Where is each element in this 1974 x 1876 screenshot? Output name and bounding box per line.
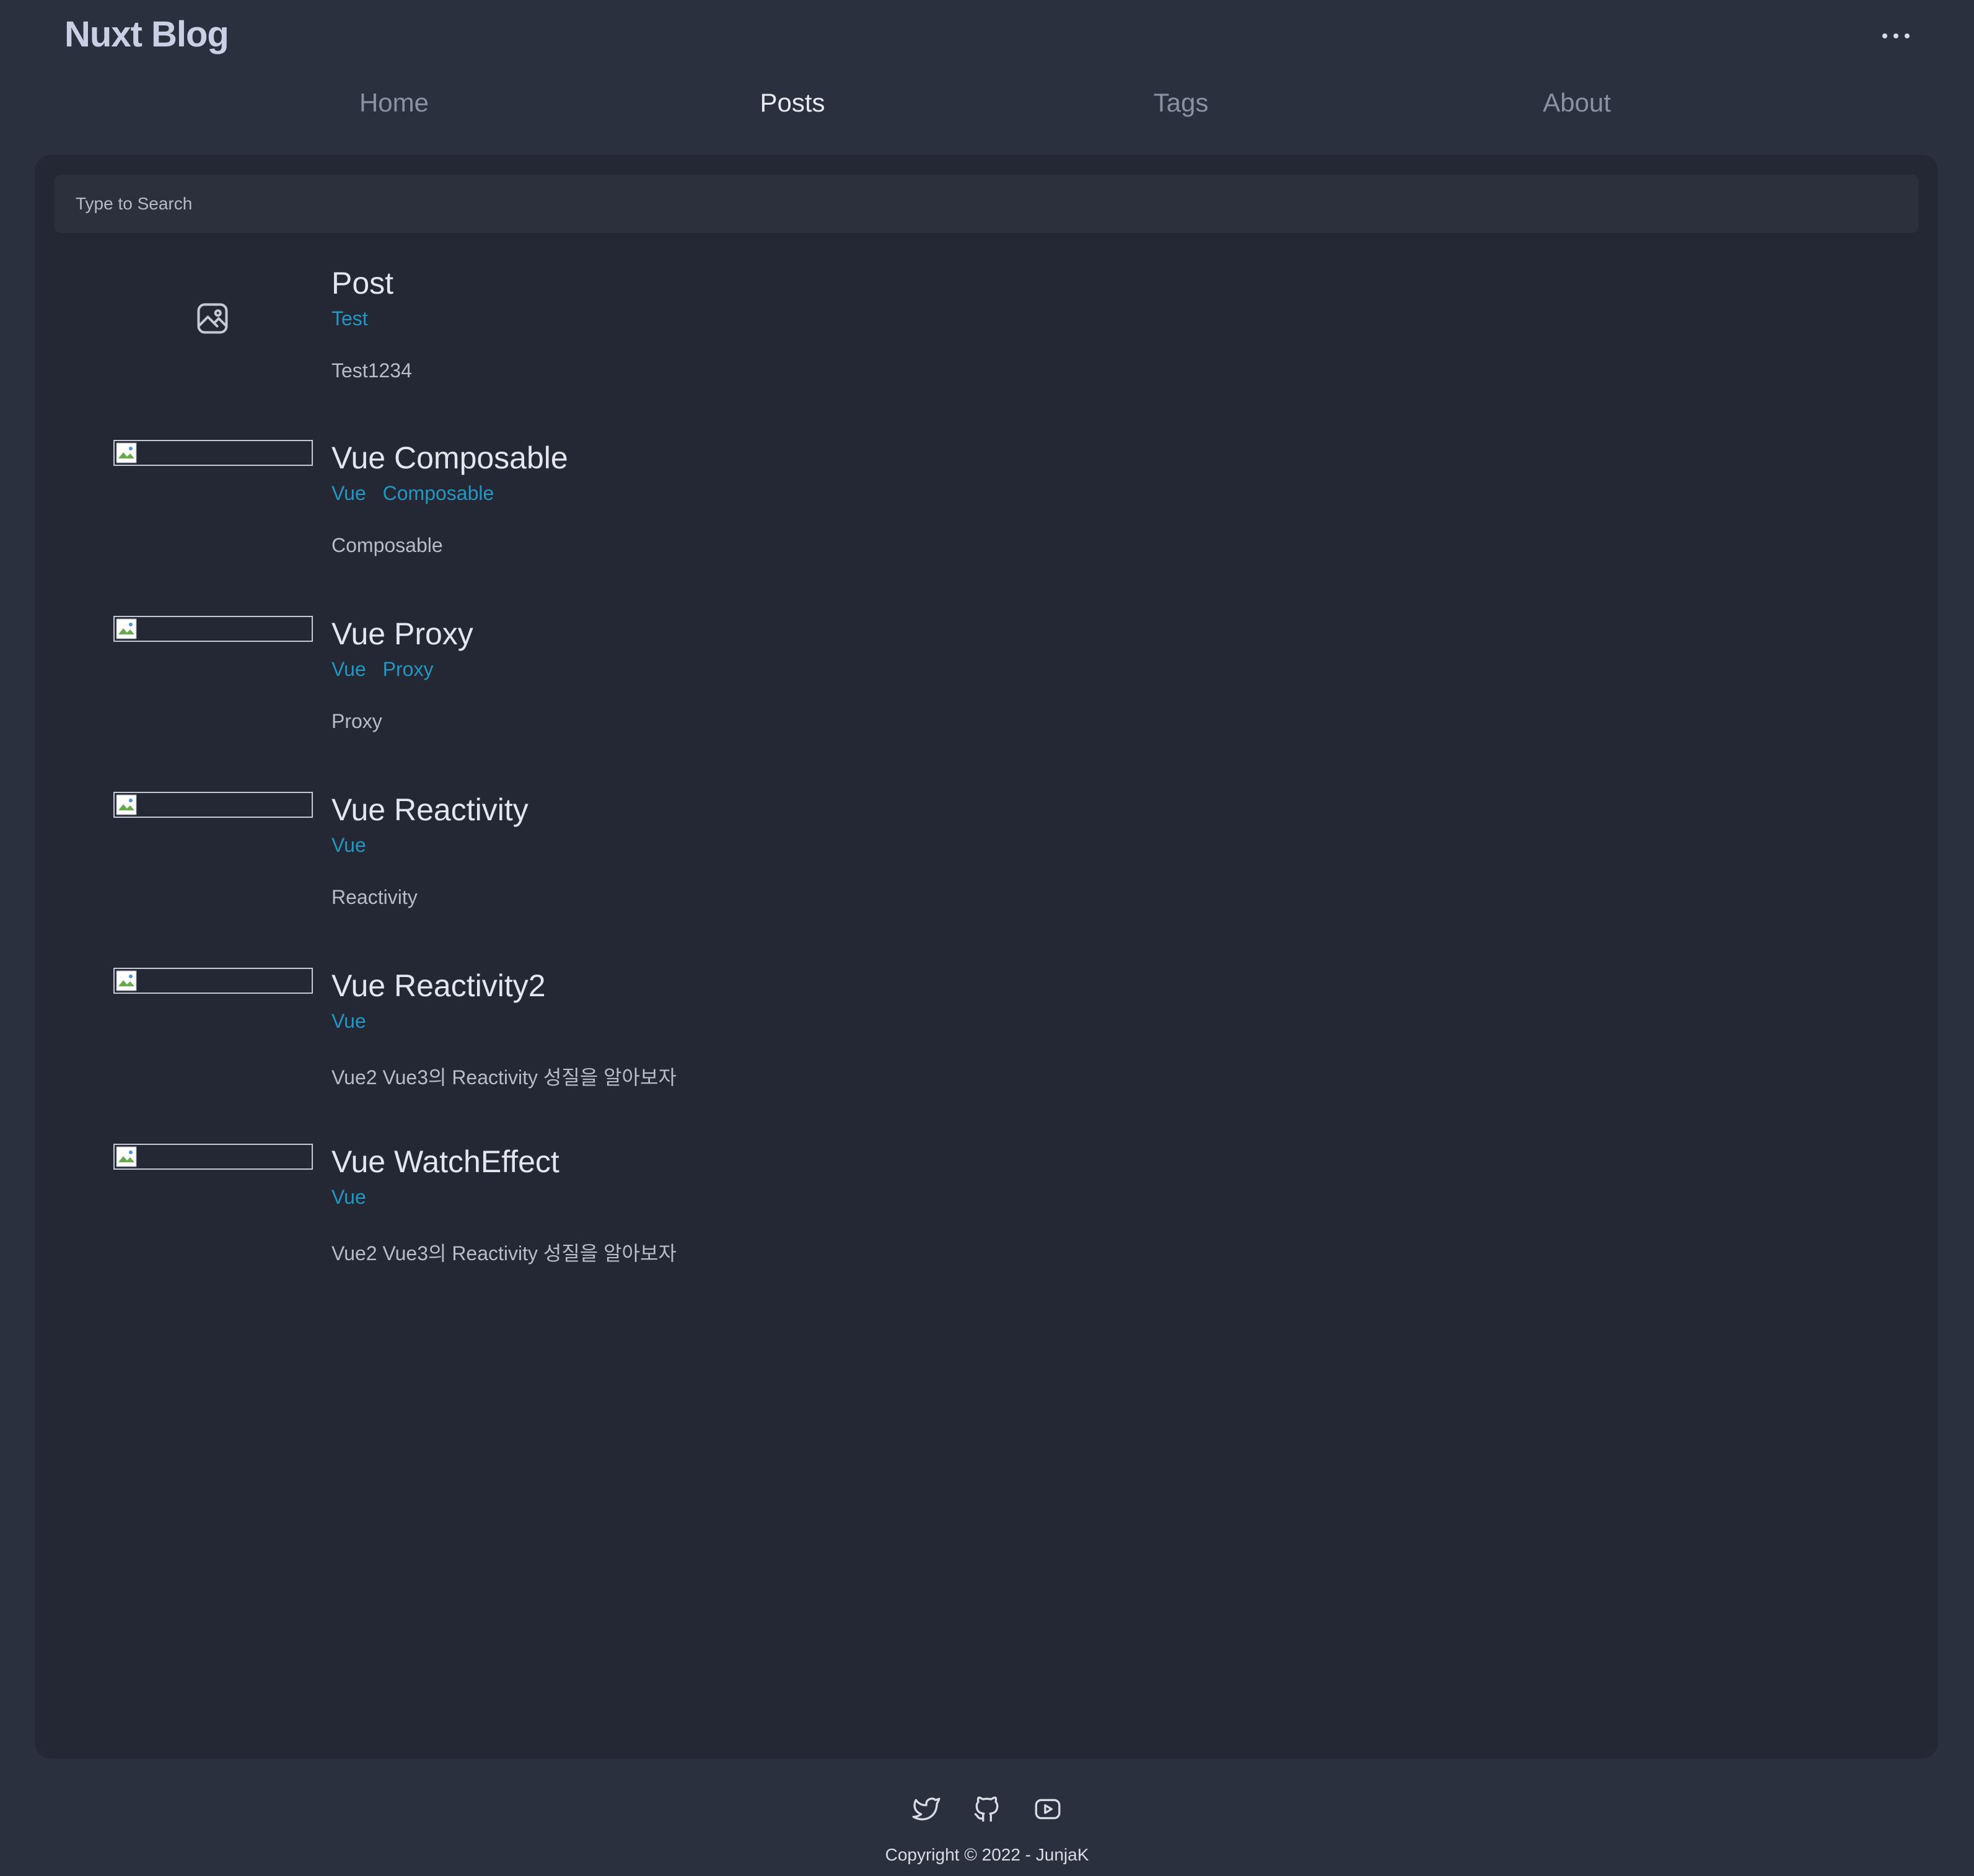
nav-about[interactable]: About <box>1543 88 1611 118</box>
post-title[interactable]: Vue Reactivity <box>331 792 529 828</box>
nav-home[interactable]: Home <box>359 88 429 118</box>
post-description: Vue2 Vue3의 Reactivity 성질을 알아보자 <box>331 1066 677 1089</box>
post-tags: Vue <box>331 1186 377 1209</box>
post-tags: Vue Composable <box>331 482 505 505</box>
broken-image-icon <box>116 794 137 815</box>
broken-image-thumbnail <box>113 792 313 818</box>
copyright-text: Copyright © 2022 - JunjaK <box>885 1845 1089 1864</box>
tag-link[interactable]: Vue <box>331 1010 366 1032</box>
broken-image-thumbnail <box>113 440 313 466</box>
search-input[interactable] <box>55 175 1918 233</box>
post-description: Vue2 Vue3의 Reactivity 성질을 알아보자 <box>331 1242 677 1265</box>
post-description: Proxy <box>331 710 382 732</box>
post-item[interactable]: Vue Composable Vue Composable Composable <box>113 440 1848 595</box>
post-item[interactable]: Vue Reactivity2 Vue Vue2 Vue3의 Reactivit… <box>113 968 1848 1123</box>
post-item[interactable]: Vue Reactivity Vue Reactivity <box>113 792 1848 947</box>
twitter-icon[interactable] <box>911 1794 942 1825</box>
broken-image-icon <box>116 1146 137 1167</box>
nav-posts[interactable]: Posts <box>760 88 825 118</box>
more-menu-icon[interactable] <box>1882 24 1910 48</box>
tag-link[interactable]: Vue <box>331 834 366 856</box>
post-description: Reactivity <box>331 886 418 908</box>
post-tags: Test <box>331 307 379 330</box>
post-item[interactable]: Vue Proxy Vue Proxy Proxy <box>113 616 1848 771</box>
tag-link[interactable]: Test <box>331 307 368 330</box>
broken-image-icon <box>116 442 137 463</box>
post-title[interactable]: Vue Proxy <box>331 616 473 652</box>
broken-image-thumbnail <box>113 616 313 642</box>
nav-tags[interactable]: Tags <box>1154 88 1209 118</box>
broken-image-icon <box>116 618 137 639</box>
post-title[interactable]: Post <box>331 265 393 301</box>
post-tags: Vue <box>331 1010 377 1033</box>
tag-link[interactable]: Composable <box>383 482 494 504</box>
main-nav: Home Posts Tags About <box>0 88 1974 125</box>
image-placeholder-icon <box>197 303 228 334</box>
posts-panel: Post Test Test1234 Vue Composable Vue Co… <box>35 155 1938 1758</box>
tag-link[interactable]: Proxy <box>383 658 434 680</box>
broken-image-thumbnail <box>113 968 313 994</box>
tag-link[interactable]: Vue <box>331 658 366 680</box>
post-title[interactable]: Vue WatchEffect <box>331 1144 559 1180</box>
tag-link[interactable]: Vue <box>331 1186 366 1208</box>
github-icon[interactable] <box>972 1794 1002 1825</box>
post-title[interactable]: Vue Reactivity2 <box>331 968 546 1004</box>
post-tags: Vue <box>331 834 377 857</box>
post-description: Test1234 <box>331 359 412 382</box>
tag-link[interactable]: Vue <box>331 482 366 504</box>
post-item[interactable]: Post Test Test1234 <box>113 265 1848 420</box>
youtube-icon[interactable] <box>1032 1794 1063 1825</box>
page: Nuxt Blog Home Posts Tags About Post Tes… <box>0 0 1974 1876</box>
post-title[interactable]: Vue Composable <box>331 440 568 476</box>
post-tags: Vue Proxy <box>331 658 444 681</box>
social-links <box>911 1792 1063 1826</box>
post-item[interactable]: Vue WatchEffect Vue Vue2 Vue3의 Reactivit… <box>113 1144 1848 1299</box>
site-title[interactable]: Nuxt Blog <box>64 14 229 55</box>
broken-image-thumbnail <box>113 1144 313 1170</box>
post-description: Composable <box>331 534 443 556</box>
broken-image-icon <box>116 970 137 991</box>
